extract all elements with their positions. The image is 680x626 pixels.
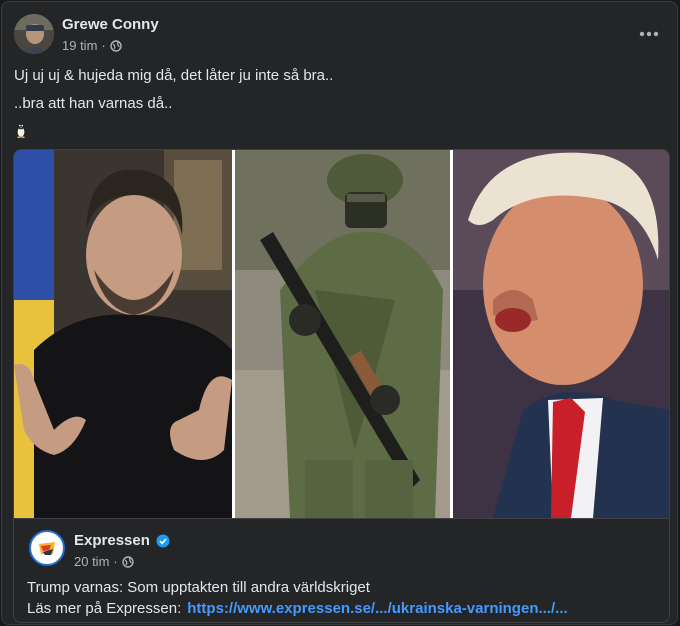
meta-separator: · [101,38,106,53]
verified-badge-icon [156,534,170,548]
more-options-button[interactable] [633,18,665,50]
post-timestamp[interactable]: 19 tim [62,38,97,53]
article-link[interactable]: https://www.expressen.se/.../ukrainska-v… [187,600,567,617]
photo-zelensky [14,150,232,518]
post-emoji-line [14,122,28,144]
source-name-row: Expressen [74,532,170,549]
photo-soldier [235,150,450,518]
photo-trump [453,150,669,518]
post-header: Grewe Conny 19 tim · [14,14,665,56]
more-options-icon [639,31,659,37]
read-more-line: Läs mer på Expressen: https://www.express… [27,600,568,617]
source-timestamp[interactable]: 20 tim [74,554,109,569]
meta-separator: · [113,554,118,569]
globe-icon[interactable] [110,39,122,52]
shared-link-card[interactable]: Expressen 20 tim · Trump varnas: Som upp… [13,149,670,623]
post-meta: 19 tim · [62,38,122,53]
read-more-label: Läs mer på Expressen: [27,600,182,617]
post-text-line-2: ..bra att han varnas då.. [14,95,173,112]
penguin-icon [14,122,28,138]
source-name[interactable]: Expressen [74,532,150,549]
link-headline: Trump varnas: Som upptakten till andra v… [27,579,370,596]
author-name[interactable]: Grewe Conny [62,16,159,33]
post-text-line-1: Uj uj uj & hujeda mig då, det låter ju i… [14,67,334,84]
globe-icon[interactable] [122,555,134,568]
source-meta: 20 tim · [74,554,134,569]
link-preview-footer[interactable]: Expressen 20 tim · Trump varnas: Som upp… [14,518,669,622]
post-card: Grewe Conny 19 tim · Uj uj uj & hujeda m… [1,1,678,625]
author-avatar[interactable] [14,14,54,54]
expressen-logo[interactable] [29,530,65,566]
